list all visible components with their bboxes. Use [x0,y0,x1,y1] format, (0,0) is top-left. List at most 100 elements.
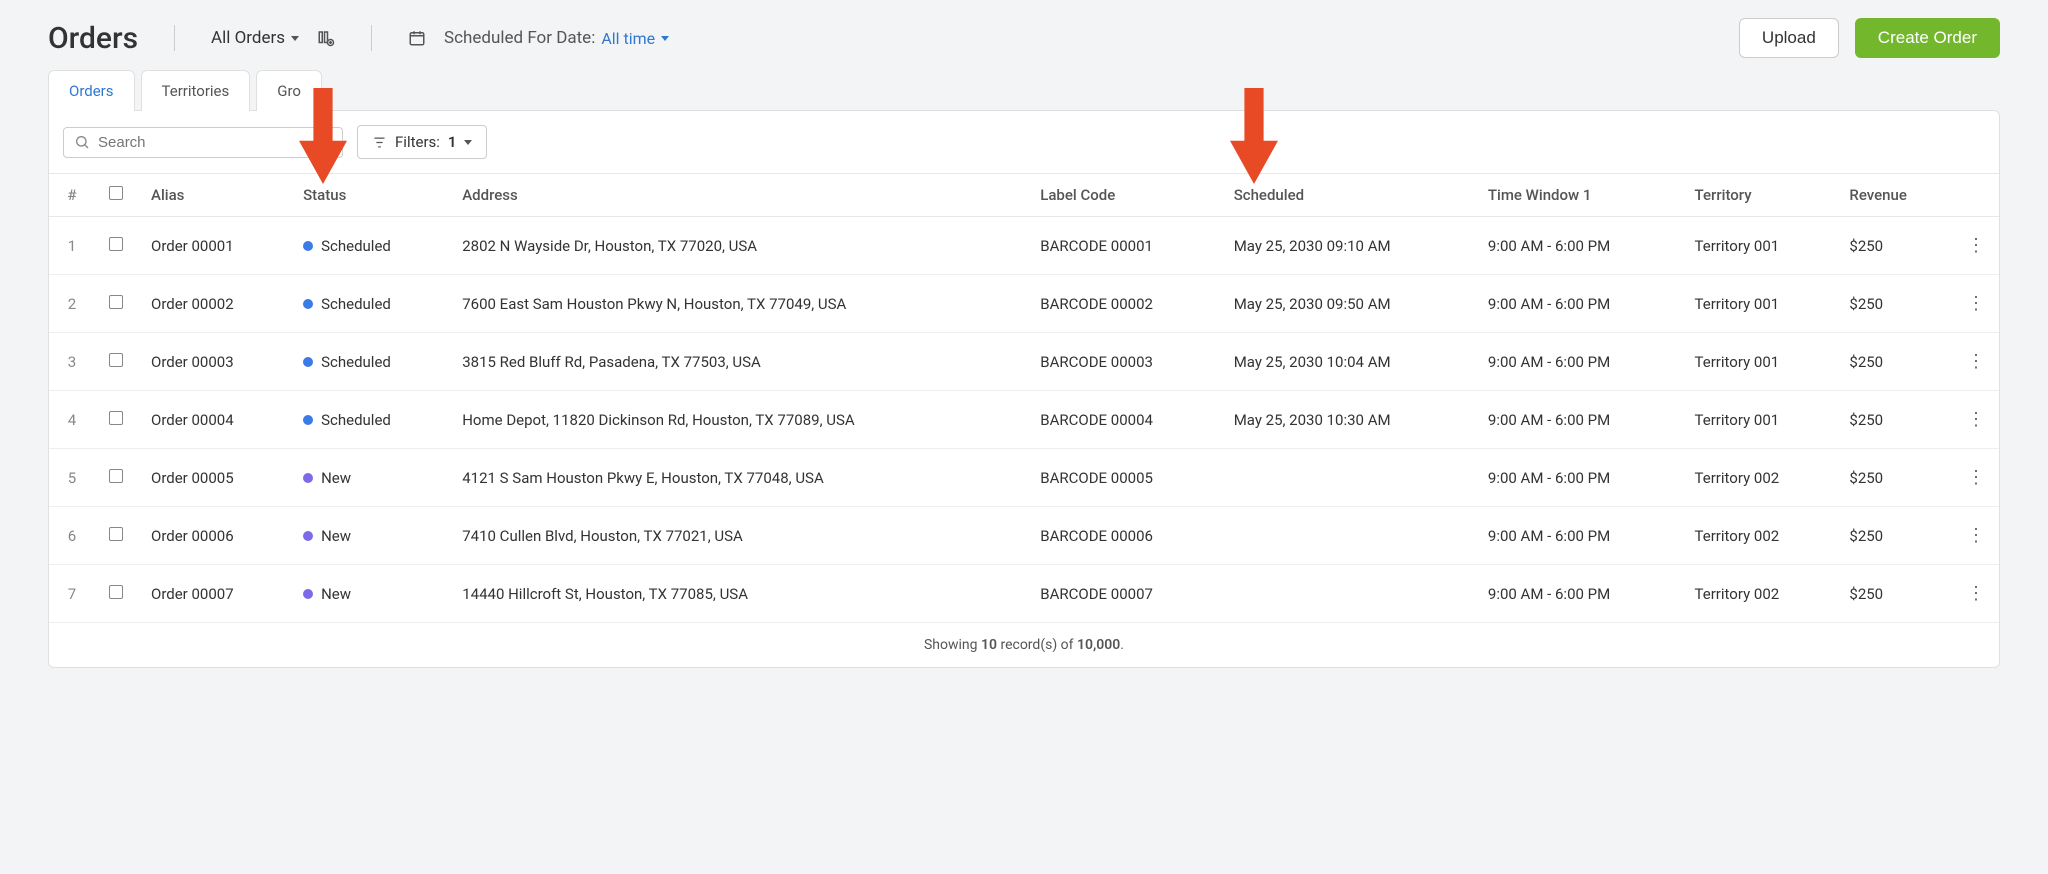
columns-settings-icon[interactable] [317,29,335,47]
caret-down-icon [291,36,299,41]
search-input-wrap[interactable] [63,127,343,158]
cell-label-code: BARCODE 00005 [1026,449,1219,507]
calendar-icon[interactable] [408,29,426,47]
cell-alias: Order 00006 [137,507,289,565]
row-more-icon[interactable]: ⋮ [1953,449,1999,507]
cell-territory: Territory 002 [1681,507,1836,565]
cell-status: New [303,469,351,487]
cell-label-code: BARCODE 00002 [1026,275,1219,333]
filter-icon [372,135,387,150]
cell-revenue: $250 [1835,217,1953,275]
header-left: Orders All Orders Scheduled For Date: [48,21,669,56]
cell-status: New [303,527,351,545]
table-row[interactable]: 2Order 00002Scheduled7600 East Sam Houst… [49,275,1999,333]
col-number[interactable]: # [49,174,95,217]
tab-territories[interactable]: Territories [141,70,251,111]
tab-orders[interactable]: Orders [48,70,135,111]
table-row[interactable]: 5Order 00005New4121 S Sam Houston Pkwy E… [49,449,1999,507]
cell-scheduled: May 25, 2030 09:50 AM [1220,275,1474,333]
col-territory[interactable]: Territory [1681,174,1836,217]
cell-time-window: 9:00 AM - 6:00 PM [1474,275,1681,333]
row-checkbox[interactable] [109,237,123,251]
cell-alias: Order 00004 [137,391,289,449]
status-dot-icon [303,299,313,309]
row-more-icon[interactable]: ⋮ [1953,565,1999,623]
table-row[interactable]: 6 Order 00006 New 7410 Cullen Blvd, Houston… [49,507,1999,565]
caret-down-icon [661,36,669,41]
tab-groups[interactable]: Gro [256,70,322,111]
orders-selector-label: All Orders [211,28,285,48]
cell-revenue: $250 [1835,449,1953,507]
row-checkbox[interactable] [109,411,123,425]
cell-scheduled: May 25, 2030 10:30 AM [1220,391,1474,449]
row-checkbox[interactable] [109,585,123,599]
row-more-icon[interactable]: ⋮ [1953,507,1999,565]
cell-address: 2802 N Wayside Dr, Houston, TX 77020, US… [448,217,1026,275]
col-time-window[interactable]: Time Window 1 [1474,174,1681,217]
col-revenue[interactable]: Revenue [1835,174,1953,217]
col-label-code[interactable]: Label Code [1026,174,1219,217]
col-scheduled[interactable]: Scheduled [1220,174,1474,217]
cell-alias: Order 00001 [137,217,289,275]
table-row[interactable]: 3Order 00003Scheduled3815 Red Bluff Rd, … [49,333,1999,391]
row-more-icon[interactable]: ⋮ [1953,333,1999,391]
select-all-checkbox[interactable] [109,186,123,200]
status-dot-icon [303,473,313,483]
search-input[interactable] [98,134,332,151]
cell-time-window: 9:00 AM - 6:00 PM [1474,391,1681,449]
cell-alias: Order 00005 [137,449,289,507]
cell-label-code: BARCODE 00003 [1026,333,1219,391]
cell-address: 7410 Cullen Blvd, Houston, TX 77021, USA [448,507,1026,565]
row-more-icon[interactable]: ⋮ [1953,217,1999,275]
row-checkbox[interactable] [109,469,123,483]
table-row[interactable]: 4Order 00004ScheduledHome Depot, 11820 D… [49,391,1999,449]
cell-number: 5 [49,449,95,507]
create-order-button[interactable]: Create Order [1855,18,2000,58]
row-checkbox[interactable] [109,295,123,309]
row-more-icon[interactable]: ⋮ [1953,391,1999,449]
cell-label-code: BARCODE 00001 [1026,217,1219,275]
cell-number: 3 [49,333,95,391]
filters-button[interactable]: Filters: 1 [357,125,487,159]
cell-scheduled [1220,565,1474,623]
divider [174,25,175,51]
status-dot-icon [303,357,313,367]
col-alias[interactable]: Alias [137,174,289,217]
row-checkbox[interactable] [109,353,123,367]
cell-number: 1 [49,217,95,275]
cell-scheduled: May 25, 2030 10:04 AM [1220,333,1474,391]
divider [371,25,372,51]
table-row[interactable]: 1Order 00001Scheduled2802 N Wayside Dr, … [49,217,1999,275]
row-more-icon[interactable]: ⋮ [1953,275,1999,333]
row-checkbox[interactable] [109,527,123,541]
page-header: Orders All Orders Scheduled For Date: [48,18,2000,58]
cell-scheduled: May 25, 2030 09:10 AM [1220,217,1474,275]
cell-revenue: $250 [1835,333,1953,391]
search-icon [74,134,90,150]
cell-label-code: BARCODE 00006 [1026,507,1219,565]
scheduled-for-value-dropdown[interactable]: All time [601,29,669,48]
cell-label-code: BARCODE 00004 [1026,391,1219,449]
table-footer: Showing 10 record(s) of 10,000. [49,623,1999,667]
table-row[interactable]: 7Order 00007New14440 Hillcroft St, Houst… [49,565,1999,623]
cell-territory: Territory 001 [1681,275,1836,333]
cell-territory: Territory 002 [1681,449,1836,507]
caret-down-icon [464,140,472,145]
col-address[interactable]: Address [448,174,1026,217]
cell-number: 2 [49,275,95,333]
filters-label: Filters: [395,133,440,151]
cell-revenue: $250 [1835,391,1953,449]
cell-revenue: $250 [1835,507,1953,565]
col-status[interactable]: Status [289,174,448,217]
cell-territory: Territory 002 [1681,565,1836,623]
scheduled-for-value: All time [601,29,655,48]
orders-selector-dropdown[interactable]: All Orders [211,28,299,48]
status-dot-icon [303,415,313,425]
header-right: Upload Create Order [1739,18,2000,58]
cell-number: 6 [49,507,95,565]
cell-status: New [303,585,351,603]
status-dot-icon [303,589,313,599]
cell-address: 3815 Red Bluff Rd, Pasadena, TX 77503, U… [448,333,1026,391]
upload-button[interactable]: Upload [1739,18,1839,58]
cell-status: Scheduled [303,295,391,313]
